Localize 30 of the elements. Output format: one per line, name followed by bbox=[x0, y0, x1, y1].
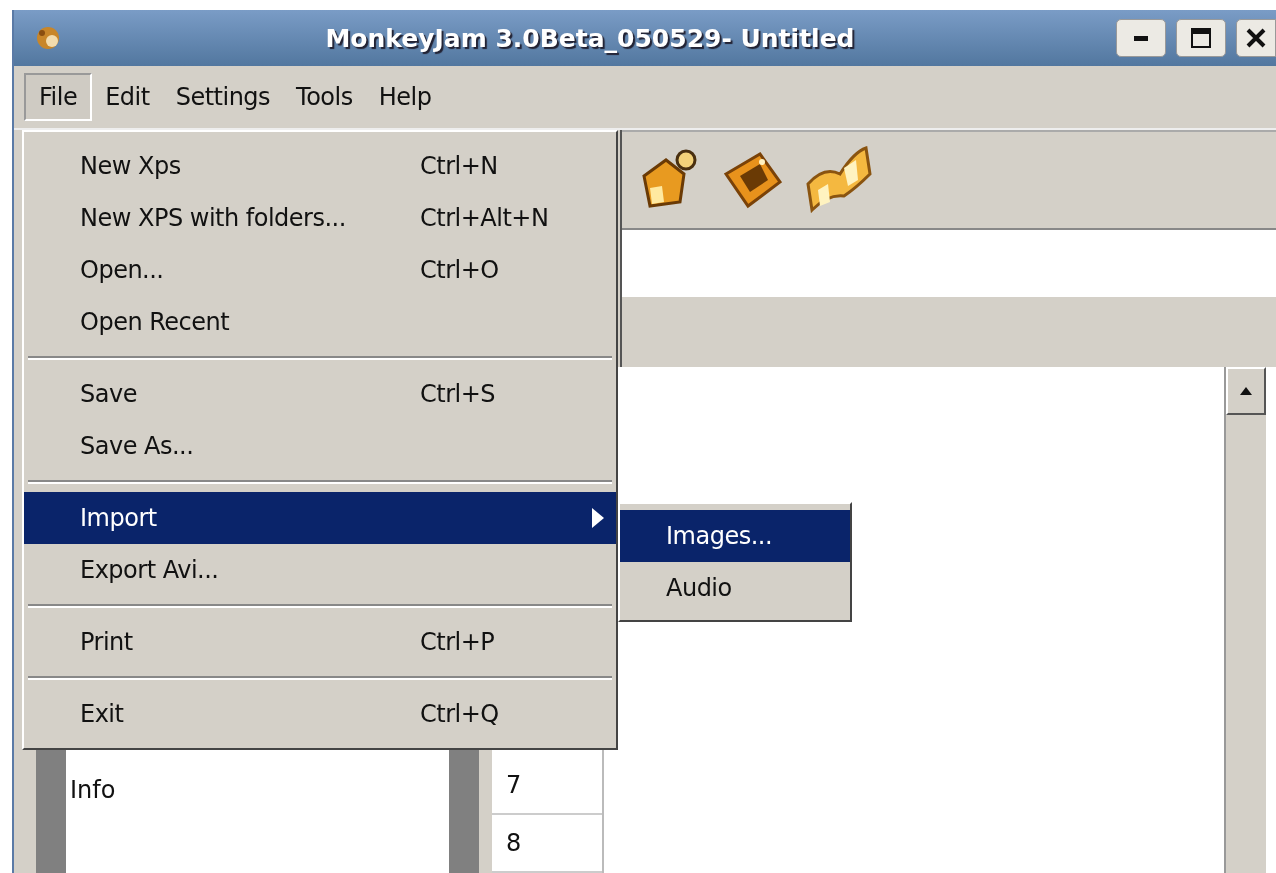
menu-item[interactable]: Open Recent bbox=[24, 296, 616, 348]
vertical-scrollbar[interactable] bbox=[1224, 367, 1266, 873]
minimize-button[interactable] bbox=[1116, 19, 1166, 57]
menu-bar-item[interactable]: Tools bbox=[283, 75, 366, 119]
menu-bar-item[interactable]: Edit bbox=[92, 75, 163, 119]
menu-item[interactable]: Save Ctrl+S bbox=[24, 368, 616, 420]
maximize-icon bbox=[1191, 28, 1211, 48]
frame-number-cell: 8 bbox=[492, 815, 602, 873]
menu-item[interactable]: New XPS with folders... Ctrl+Alt+N bbox=[24, 192, 616, 244]
menu-item[interactable]: New Xps Ctrl+N bbox=[24, 140, 616, 192]
menu-item[interactable]: Audio bbox=[620, 562, 850, 614]
maximize-button[interactable] bbox=[1176, 19, 1226, 57]
menu-item[interactable]: Exit Ctrl+Q bbox=[24, 688, 616, 740]
minimize-icon bbox=[1134, 35, 1148, 41]
panel-label: Info bbox=[70, 776, 116, 804]
frame-number-cell: 7 bbox=[492, 757, 602, 815]
close-button[interactable] bbox=[1236, 19, 1276, 57]
close-icon bbox=[1246, 28, 1266, 48]
menu-item[interactable]: Print Ctrl+P bbox=[24, 616, 616, 668]
window-title: MonkeyJam 3.0Beta_050529- Untitled bbox=[324, 23, 856, 53]
scroll-up-button[interactable] bbox=[1226, 367, 1266, 415]
menu-item[interactable]: Open... Ctrl+O bbox=[24, 244, 616, 296]
up-arrow-icon bbox=[1240, 387, 1252, 395]
menu-item[interactable]: Save As... bbox=[24, 420, 616, 472]
menu-bar-item[interactable]: File bbox=[24, 73, 93, 121]
menu-bar-item[interactable]: Help bbox=[365, 75, 445, 119]
menu-item[interactable]: Images... bbox=[620, 510, 850, 562]
menu-bar-item[interactable]: Settings bbox=[162, 75, 284, 119]
menu-item[interactable]: Export Avi... bbox=[24, 544, 616, 596]
menu-item[interactable]: Import bbox=[24, 492, 616, 544]
